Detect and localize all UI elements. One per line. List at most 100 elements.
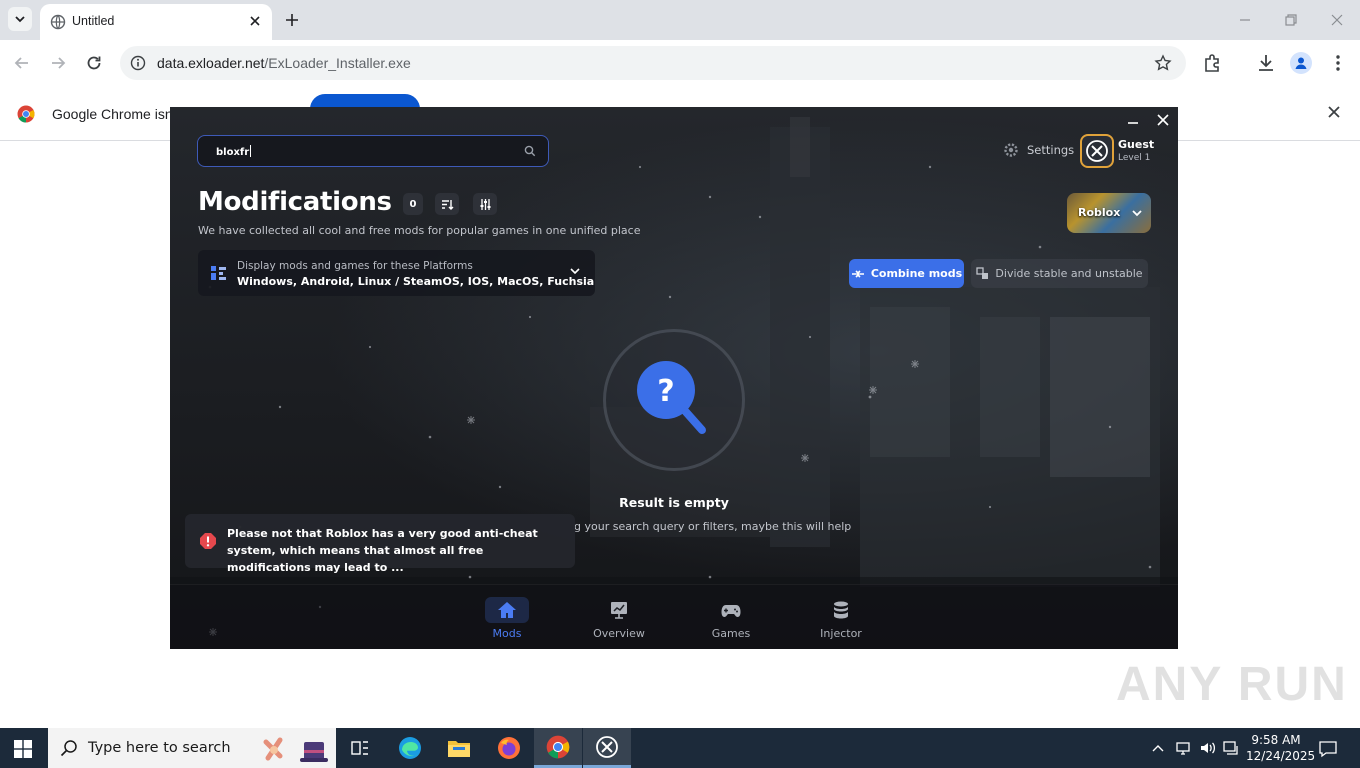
warning-icon [200, 533, 216, 549]
chrome-taskbar-button[interactable] [534, 728, 582, 768]
close-infobar-icon[interactable] [1326, 104, 1342, 120]
watermark: ANY RUN [1116, 658, 1348, 711]
page-title: Modifications [198, 187, 392, 217]
filters-button[interactable] [473, 193, 497, 215]
back-icon[interactable] [11, 52, 33, 74]
chevron-down-icon [570, 268, 580, 275]
restore-icon[interactable] [1281, 10, 1301, 30]
search-icon [524, 145, 536, 157]
taskbar-search-input[interactable]: Type here to search [48, 728, 336, 768]
exloader-window: bloxfr Settings Guest Level 1 Modificati… [170, 107, 1178, 649]
minimize-icon[interactable] [1235, 10, 1255, 30]
firefox-icon [498, 737, 520, 759]
exloader-icon [596, 735, 618, 758]
user-name: Guest [1118, 138, 1155, 151]
database-icon [834, 601, 848, 619]
notifications-icon[interactable] [1318, 740, 1338, 758]
address-bar[interactable]: data.exloader.net/ExLoader_Installer.exe [120, 46, 1186, 80]
sort-icon [441, 199, 453, 210]
tray-chevron-up-icon[interactable] [1151, 742, 1165, 754]
bottom-navigation: Mods Overview Games Injector [170, 584, 1178, 649]
windows-start-icon[interactable] [14, 740, 32, 758]
task-view-icon [351, 741, 368, 755]
browser-tab[interactable]: Untitled [40, 4, 272, 40]
profile-icon[interactable] [1290, 52, 1312, 74]
nav-mods[interactable]: Mods [467, 597, 547, 643]
tab-search-button[interactable] [8, 7, 32, 31]
edge-taskbar-button[interactable] [386, 728, 434, 768]
chrome-icon [546, 735, 570, 758]
chart-board-icon [611, 602, 627, 619]
app-minimize-icon[interactable] [1124, 111, 1142, 129]
avatar[interactable] [1080, 134, 1114, 168]
taskbar: Type here to search 9:58 AM 12/24/2025 [0, 728, 1360, 768]
empty-result-illustration: ? [603, 329, 745, 471]
warning-text: Please not that Roblox has a very good a… [227, 527, 538, 574]
user-level: Level 1 [1118, 153, 1151, 163]
svg-text:?: ? [657, 374, 674, 409]
language-icon[interactable] [1223, 740, 1239, 756]
search-highlight-icon [263, 737, 328, 762]
bookmark-star-icon[interactable] [1154, 54, 1172, 72]
nav-injector[interactable]: Injector [801, 597, 881, 643]
nav-overview[interactable]: Overview [579, 597, 659, 643]
tab-title: Untitled [72, 14, 115, 28]
tab-strip: Untitled [0, 0, 1360, 40]
exloader-taskbar-button[interactable] [583, 728, 631, 768]
infobar-text: Google Chrome isn't [52, 106, 180, 122]
sort-button[interactable] [435, 193, 459, 215]
system-clock[interactable]: 9:58 AM 12/24/2025 [1246, 732, 1315, 764]
exloader-logo-icon [1086, 140, 1108, 162]
firefox-taskbar-button[interactable] [485, 728, 533, 768]
platforms-value: Windows, Android, Linux / SteamOS, IOS, … [237, 275, 595, 288]
settings-button[interactable]: Settings [1003, 142, 1074, 158]
browser-toolbar: data.exloader.net/ExLoader_Installer.exe [0, 40, 1360, 86]
sliders-icon [480, 198, 490, 210]
page-subtitle: We have collected all cool and free mods… [198, 224, 641, 237]
chevron-down-icon [15, 16, 25, 23]
search-icon [60, 740, 77, 757]
edge-icon [399, 737, 421, 759]
nav-games[interactable]: Games [691, 597, 771, 643]
forward-icon[interactable] [47, 52, 69, 74]
mods-search-input[interactable]: bloxfr [197, 135, 549, 167]
app-close-icon[interactable] [1154, 111, 1172, 129]
chevron-down-icon [1132, 210, 1142, 217]
volume-icon[interactable] [1199, 740, 1217, 756]
gamepad-icon [721, 605, 741, 617]
reload-icon[interactable] [83, 52, 105, 74]
url-text: data.exloader.net/ExLoader_Installer.exe [157, 55, 411, 71]
download-icon[interactable] [1255, 52, 1277, 74]
taskbar-search-placeholder: Type here to search [88, 740, 231, 756]
extensions-icon[interactable] [1201, 52, 1223, 74]
divide-icon [976, 267, 989, 279]
platforms-label: Display mods and games for these Platfor… [237, 260, 473, 272]
combine-icon [851, 269, 864, 278]
platforms-dropdown[interactable]: Display mods and games for these Platfor… [198, 250, 595, 296]
new-tab-icon[interactable] [282, 10, 302, 30]
search-question-icon: ? [637, 361, 706, 434]
empty-title: Result is empty [619, 495, 729, 510]
combine-mods-button[interactable]: Combine mods [849, 259, 964, 288]
game-selector[interactable]: Roblox [1067, 193, 1151, 233]
close-window-icon[interactable] [1327, 10, 1347, 30]
empty-hint: g your search query or filters, maybe th… [574, 520, 852, 533]
search-value: bloxfr [216, 147, 250, 158]
chrome-logo-icon [17, 105, 35, 123]
game-selected-label: Roblox [1078, 206, 1121, 219]
home-icon [498, 602, 516, 618]
divide-stable-unstable-button[interactable]: Divide stable and unstable [971, 259, 1148, 288]
network-icon[interactable] [1175, 740, 1191, 756]
menu-icon[interactable] [1327, 52, 1349, 74]
folder-icon [448, 741, 470, 757]
task-view-button[interactable] [336, 728, 384, 768]
mods-count-badge: 0 [403, 193, 423, 215]
close-tab-icon[interactable] [248, 14, 262, 28]
globe-icon [50, 14, 66, 30]
anti-cheat-warning[interactable]: Please not that Roblox has a very good a… [185, 514, 575, 574]
file-explorer-taskbar-button[interactable] [435, 728, 483, 768]
platforms-icon [211, 266, 226, 280]
settings-label: Settings [1027, 143, 1075, 157]
site-info-icon[interactable] [130, 55, 146, 71]
gear-icon [1004, 143, 1018, 157]
